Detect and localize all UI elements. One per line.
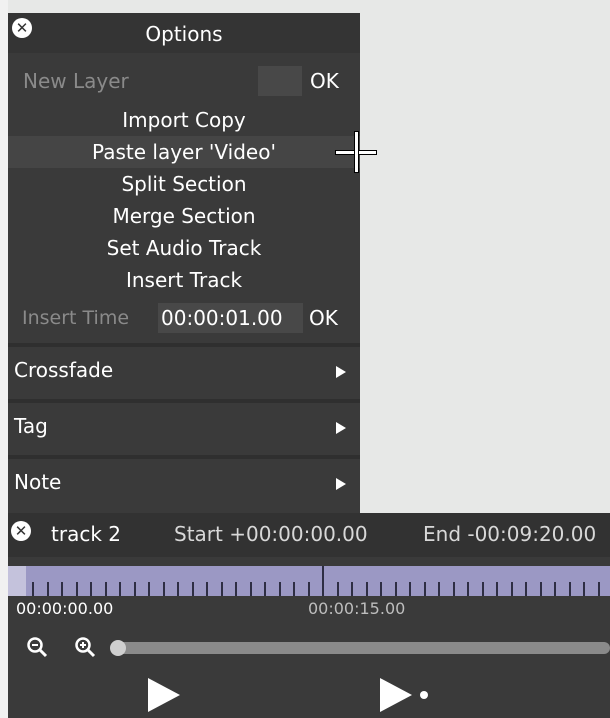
options-panel: ✕ Options New Layer OK Import Copy Paste… xyxy=(8,13,360,513)
timeline-bar[interactable] xyxy=(8,566,610,596)
timeline-tick xyxy=(191,582,194,596)
timeline-tick xyxy=(394,582,397,596)
new-layer-ok-button[interactable]: OK xyxy=(310,69,339,93)
play-selection-icon[interactable] xyxy=(380,678,440,712)
zoom-scrollbar-handle[interactable] xyxy=(110,640,126,656)
timeline-tick xyxy=(75,582,78,596)
timeline-tick xyxy=(235,582,237,596)
timeline-tick xyxy=(177,582,179,596)
insert-track-item[interactable]: Insert Track xyxy=(8,264,360,296)
timeline-tick xyxy=(104,582,107,596)
timeline-tick xyxy=(90,582,92,596)
options-header: ✕ Options xyxy=(8,13,360,53)
track-name: track 2 xyxy=(51,522,121,546)
timeline-tick xyxy=(496,582,498,596)
timeline-tick xyxy=(481,582,484,596)
crosshair-cursor-icon xyxy=(355,132,358,172)
insert-time-input[interactable]: 00:00:01.00 xyxy=(158,303,303,333)
timeline-tick xyxy=(119,582,121,596)
zoom-scrollbar[interactable] xyxy=(112,642,610,654)
timeline-tick xyxy=(380,582,382,596)
track-start-time: Start +00:00:00.00 xyxy=(174,522,368,546)
timeline-tick xyxy=(452,582,455,596)
timeline-tick xyxy=(525,582,527,596)
timeline-tick xyxy=(264,582,266,596)
timeline-tick xyxy=(583,582,585,596)
timeline-tick xyxy=(554,582,556,596)
timeline-tick xyxy=(162,582,165,596)
timeline-tick xyxy=(61,582,63,596)
timeline-tick xyxy=(220,582,223,596)
timeline-tick xyxy=(148,582,150,596)
track-end-time: End -00:09:20.00 xyxy=(423,522,597,546)
insert-time-row: Insert Time 00:00:01.00 OK xyxy=(8,301,360,335)
timeline-tick xyxy=(336,582,339,596)
split-section-item[interactable]: Split Section xyxy=(8,168,360,200)
timeline-tick xyxy=(206,582,208,596)
crossfade-submenu[interactable]: Crossfade xyxy=(8,343,360,395)
timeline-playhead-region xyxy=(8,566,26,596)
track-header: ✕ track 2 Start +00:00:00.00 End -00:09:… xyxy=(8,513,610,557)
timeline-tick xyxy=(409,582,411,596)
paste-layer-item[interactable]: Paste layer 'Video' xyxy=(8,136,360,168)
timeline-tick xyxy=(249,582,252,596)
note-submenu[interactable]: Note xyxy=(8,455,360,507)
timeline-tick xyxy=(133,582,136,596)
note-label: Note xyxy=(14,470,62,494)
zoom-in-icon[interactable] xyxy=(74,636,96,658)
import-copy-item[interactable]: Import Copy xyxy=(8,104,360,136)
timeline-tick xyxy=(539,582,542,596)
tag-submenu[interactable]: Tag xyxy=(8,399,360,451)
timeline-tick xyxy=(597,582,600,596)
triangle-right-icon xyxy=(336,366,346,378)
timeline-tick xyxy=(293,582,295,596)
new-layer-label: New Layer xyxy=(23,69,129,93)
play-icon[interactable] xyxy=(148,678,180,712)
timeline-tick xyxy=(365,582,368,596)
triangle-right-icon xyxy=(336,422,346,434)
timeline-tick xyxy=(278,582,281,596)
triangle-right-icon xyxy=(336,478,346,490)
insert-time-label: Insert Time xyxy=(22,307,130,329)
timeline-tick xyxy=(510,582,513,596)
zoom-out-icon[interactable] xyxy=(26,636,48,658)
timeline-tick xyxy=(46,582,49,596)
track-panel: ✕ track 2 Start +00:00:00.00 End -00:09:… xyxy=(8,513,610,718)
crossfade-label: Crossfade xyxy=(14,358,114,382)
new-layer-row: New Layer OK xyxy=(8,65,360,97)
timeline-tick xyxy=(32,582,34,596)
insert-time-ok-button[interactable]: OK xyxy=(309,306,338,330)
merge-section-item[interactable]: Merge Section xyxy=(8,200,360,232)
timeline-tick xyxy=(423,582,426,596)
tag-label: Tag xyxy=(14,414,48,438)
timeline-tick xyxy=(307,582,310,596)
timestamp-label: 00:00:00.00 xyxy=(16,599,114,618)
timeline-tick xyxy=(351,582,353,596)
timeline-tick xyxy=(568,582,571,596)
timeline-tick xyxy=(438,582,440,596)
close-icon[interactable]: ✕ xyxy=(11,521,31,541)
set-audio-track-item[interactable]: Set Audio Track xyxy=(8,232,360,264)
options-title: Options xyxy=(145,22,223,46)
timestamp-label: 00:00:15.00 xyxy=(308,599,406,618)
timeline-tick xyxy=(467,582,469,596)
window-edge xyxy=(0,0,8,718)
timeline-tick xyxy=(322,566,324,596)
new-layer-input[interactable] xyxy=(258,66,302,96)
